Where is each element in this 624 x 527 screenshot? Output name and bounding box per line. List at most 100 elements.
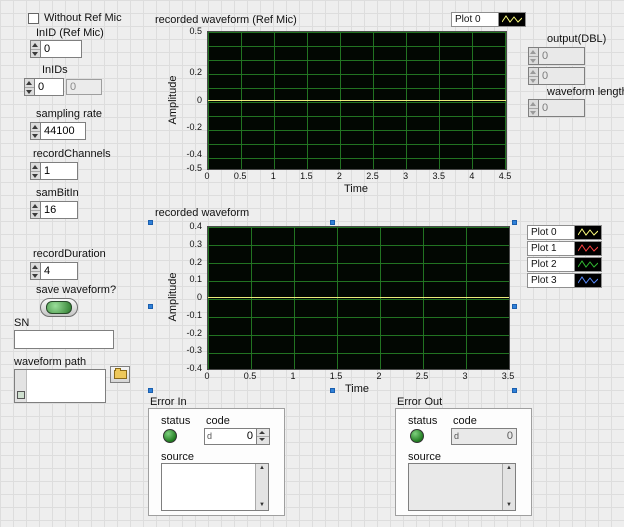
record-duration-control[interactable]: 4 [30, 262, 78, 280]
output-dbl-label: output(DBL) [547, 33, 606, 45]
folder-icon [114, 370, 127, 379]
inids-element-field[interactable]: 0 [66, 79, 102, 95]
record-channels-label: recordChannels [33, 148, 111, 160]
error-in-status-led[interactable] [163, 429, 177, 443]
x-axis-ticks: 00.511.522.533.544.5 [207, 171, 505, 181]
increment-decrement-icon[interactable] [30, 201, 41, 219]
legend-label: Plot 2 [527, 257, 575, 272]
sampling-rate-label: sampling rate [36, 108, 102, 120]
x-tick-label: 0.5 [244, 371, 257, 381]
error-in-code-field[interactable]: d 0 [204, 428, 270, 445]
error-in-source-field[interactable]: ▲ ▼ [161, 463, 269, 511]
record-channels-control[interactable]: 1 [30, 162, 78, 180]
plot-area[interactable] [207, 31, 507, 170]
inid-ref-mic-label: InID (Ref Mic) [36, 27, 104, 39]
sam-bit-in-label: samBitIn [36, 187, 79, 199]
x-tick-label: 0 [204, 371, 209, 381]
plot-legend[interactable]: Plot 0 [451, 12, 526, 27]
increment-decrement-icon[interactable] [30, 162, 41, 180]
legend-item[interactable]: Plot 0 [527, 225, 602, 240]
plot-area[interactable] [207, 226, 510, 370]
record-duration-field[interactable]: 4 [41, 262, 78, 280]
scroll-down-icon[interactable]: ▼ [506, 501, 512, 510]
waveform-trace [208, 100, 506, 101]
sam-bit-in-field[interactable]: 16 [41, 201, 78, 219]
y-tick-label: -0.4 [186, 363, 202, 373]
x-tick-label: 1 [271, 171, 276, 181]
inids-index-field[interactable]: 0 [35, 78, 64, 96]
path-type-icon [15, 370, 27, 402]
error-out-label: Error Out [397, 396, 442, 408]
sn-label: SN [14, 317, 29, 329]
sampling-rate-field[interactable]: 44100 [41, 122, 86, 140]
waveform-path-text[interactable] [27, 370, 105, 402]
record-channels-field[interactable]: 1 [41, 162, 78, 180]
selection-handle[interactable] [330, 388, 335, 393]
increment-decrement-icon[interactable] [30, 122, 41, 140]
selection-handle[interactable] [148, 388, 153, 393]
spinner-icon[interactable] [256, 429, 269, 444]
x-tick-label: 1.5 [330, 371, 343, 381]
code-value[interactable]: 0 [215, 429, 256, 444]
increment-decrement-icon [528, 47, 539, 65]
inids-label: InIDs [42, 64, 68, 76]
plot-sample-icon [499, 12, 526, 27]
scroll-up-icon[interactable]: ▲ [259, 464, 265, 473]
sampling-rate-control[interactable]: 44100 [30, 122, 86, 140]
inids-index-control[interactable]: 0 [24, 78, 64, 96]
y-tick-label: 0 [197, 292, 202, 302]
waveform-length-field: 0 [539, 99, 585, 117]
browse-button[interactable] [110, 366, 130, 383]
selection-handle[interactable] [148, 220, 153, 225]
output-dbl-field-1: 0 [539, 67, 585, 85]
x-tick-label: 2.5 [416, 371, 429, 381]
legend-label: Plot 0 [527, 225, 575, 240]
sam-bit-in-control[interactable]: 16 [30, 201, 78, 219]
scroll-down-icon[interactable]: ▼ [259, 501, 265, 510]
checkbox-box[interactable] [28, 13, 39, 24]
legend-item[interactable]: Plot 1 [527, 241, 602, 256]
y-tick-label: 0.2 [189, 67, 202, 77]
selection-handle[interactable] [512, 220, 517, 225]
sn-field[interactable] [14, 330, 114, 349]
front-panel: Without Ref Mic InID (Ref Mic) 0 InIDs 0… [0, 0, 624, 527]
selection-handle[interactable] [512, 304, 517, 309]
increment-decrement-icon[interactable] [30, 262, 41, 280]
plot-legend[interactable]: Plot 0Plot 1Plot 2Plot 3 [527, 225, 602, 288]
save-waveform-label: save waveform? [36, 284, 116, 296]
legend-label: Plot 0 [451, 12, 499, 27]
graph-title: recorded waveform (Ref Mic) [155, 14, 297, 26]
legend-item[interactable]: Plot 2 [527, 257, 602, 272]
error-in-cluster: status code d 0 source ▲ ▼ [148, 408, 285, 516]
selection-handle[interactable] [148, 304, 153, 309]
y-tick-label: 0.3 [189, 239, 202, 249]
save-waveform-button[interactable] [40, 298, 78, 317]
selection-handle[interactable] [512, 388, 517, 393]
plot-sample-icon [575, 273, 602, 288]
selection-handle[interactable] [330, 220, 335, 225]
scrollbar[interactable]: ▲ ▼ [255, 464, 268, 510]
without-ref-mic-checkbox[interactable]: Without Ref Mic [28, 12, 122, 24]
legend-item[interactable]: Plot 3 [527, 273, 602, 288]
increment-decrement-icon [528, 99, 539, 117]
legend-item[interactable]: Plot 0 [451, 12, 526, 27]
increment-decrement-icon [528, 67, 539, 85]
inid-ref-mic-control[interactable]: 0 [30, 40, 82, 58]
inid-ref-mic-field[interactable]: 0 [41, 40, 82, 58]
increment-decrement-icon[interactable] [24, 78, 35, 96]
code-label: code [206, 415, 230, 427]
x-tick-label: 2 [337, 171, 342, 181]
waveform-path-field[interactable] [14, 369, 106, 403]
graph-title: recorded waveform [155, 207, 249, 219]
scroll-up-icon[interactable]: ▲ [506, 464, 512, 473]
y-tick-label: 0.1 [189, 274, 202, 284]
code-value: 0 [462, 429, 516, 444]
graph-recorded-waveform[interactable]: recorded waveform Amplitude 0.40.30.20.1… [148, 204, 520, 398]
waveform-length-label: waveform length [547, 86, 624, 98]
increment-decrement-icon[interactable] [30, 40, 41, 58]
error-out-cluster: status code d 0 source ▲ ▼ [395, 408, 532, 516]
scrollbar[interactable]: ▲ ▼ [502, 464, 515, 510]
x-tick-label: 3.5 [502, 371, 515, 381]
graph-ref-mic[interactable]: recorded waveform (Ref Mic) Plot 0 Ampli… [148, 10, 520, 202]
x-tick-label: 0 [204, 171, 209, 181]
